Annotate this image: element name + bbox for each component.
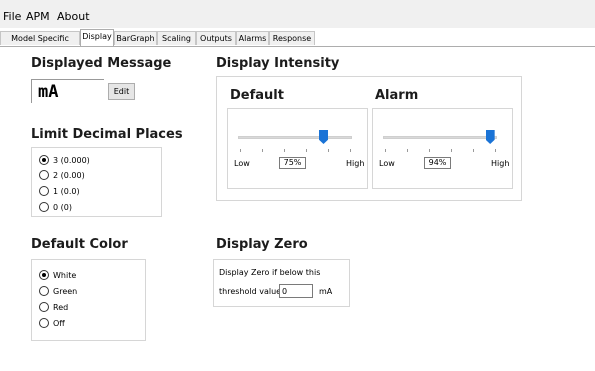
tab-display[interactable]: Display bbox=[80, 29, 114, 46]
default-color-group: White Green Red Off bbox=[31, 259, 146, 341]
menu-about[interactable]: About bbox=[57, 11, 90, 23]
alarm-intensity-label: Alarm bbox=[375, 88, 419, 103]
tab-outputs[interactable]: Outputs bbox=[196, 31, 236, 45]
slider-value: 75% bbox=[279, 157, 306, 169]
slider-tick bbox=[262, 149, 263, 152]
slider-track bbox=[383, 136, 497, 139]
slider-high-label: High bbox=[491, 159, 510, 168]
slider-tick bbox=[284, 149, 285, 152]
slider-tick bbox=[328, 149, 329, 152]
radio-button[interactable] bbox=[39, 170, 49, 180]
displayed-message-value: mA bbox=[31, 79, 104, 103]
slider-tick bbox=[240, 149, 241, 152]
threshold-unit: mA bbox=[319, 287, 333, 296]
tab-scaling[interactable]: Scaling bbox=[157, 31, 196, 45]
display-intensity-title: Display Intensity bbox=[216, 56, 340, 71]
slider-high-label: High bbox=[346, 159, 365, 168]
slider-tick bbox=[495, 149, 496, 152]
slider-tick bbox=[306, 149, 307, 152]
displayed-message-title: Displayed Message bbox=[31, 56, 172, 71]
slider-value: 94% bbox=[424, 157, 451, 169]
slider-tick bbox=[429, 149, 430, 152]
menu-bar: File APM About bbox=[0, 0, 595, 28]
default-intensity-slider[interactable]: Low 75% High bbox=[227, 108, 368, 189]
menu-file[interactable]: File bbox=[3, 11, 21, 23]
limit-decimal-title: Limit Decimal Places bbox=[31, 127, 183, 142]
slider-track bbox=[238, 136, 352, 139]
slider-tick bbox=[350, 149, 351, 152]
threshold-label: threshold value bbox=[219, 287, 282, 296]
radio-button[interactable] bbox=[39, 202, 49, 212]
radio-selected-dot bbox=[42, 158, 46, 162]
slider-low-label: Low bbox=[234, 159, 250, 168]
default-color-title: Default Color bbox=[31, 237, 128, 252]
display-zero-group: Display Zero if below this threshold val… bbox=[213, 259, 350, 307]
menu-apm[interactable]: APM bbox=[26, 11, 50, 23]
tab-response[interactable]: Response bbox=[269, 31, 315, 45]
edit-button[interactable]: Edit bbox=[108, 83, 135, 100]
limit-decimal-group: 3 (0.000) 2 (0.00) 1 (0.0) 0 (0) bbox=[31, 147, 162, 217]
display-zero-title: Display Zero bbox=[216, 237, 308, 252]
slider-tick bbox=[451, 149, 452, 152]
slider-thumb[interactable] bbox=[319, 130, 328, 144]
radio-button[interactable] bbox=[39, 302, 49, 312]
radio-button[interactable] bbox=[39, 186, 49, 196]
slider-tick bbox=[473, 149, 474, 152]
tab-alarms[interactable]: Alarms bbox=[236, 31, 269, 45]
display-zero-description: Display Zero if below this bbox=[219, 268, 321, 277]
radio-button[interactable] bbox=[39, 270, 49, 280]
display-intensity-group: Default Alarm Low 75% High Low 94% High bbox=[216, 76, 522, 201]
tab-model-specific[interactable]: Model Specific bbox=[0, 31, 80, 45]
alarm-intensity-slider[interactable]: Low 94% High bbox=[372, 108, 513, 189]
tab-bargraph[interactable]: BarGraph bbox=[114, 31, 157, 45]
radio-button[interactable] bbox=[39, 318, 49, 328]
radio-selected-dot bbox=[42, 273, 46, 277]
tab-strip: Model Specific Display BarGraph Scaling … bbox=[0, 29, 595, 47]
radio-button[interactable] bbox=[39, 155, 49, 165]
slider-low-label: Low bbox=[379, 159, 395, 168]
slider-tick bbox=[385, 149, 386, 152]
default-intensity-label: Default bbox=[230, 88, 284, 103]
radio-button[interactable] bbox=[39, 286, 49, 296]
slider-tick bbox=[407, 149, 408, 152]
slider-thumb[interactable] bbox=[485, 130, 495, 144]
threshold-input[interactable] bbox=[279, 284, 313, 298]
